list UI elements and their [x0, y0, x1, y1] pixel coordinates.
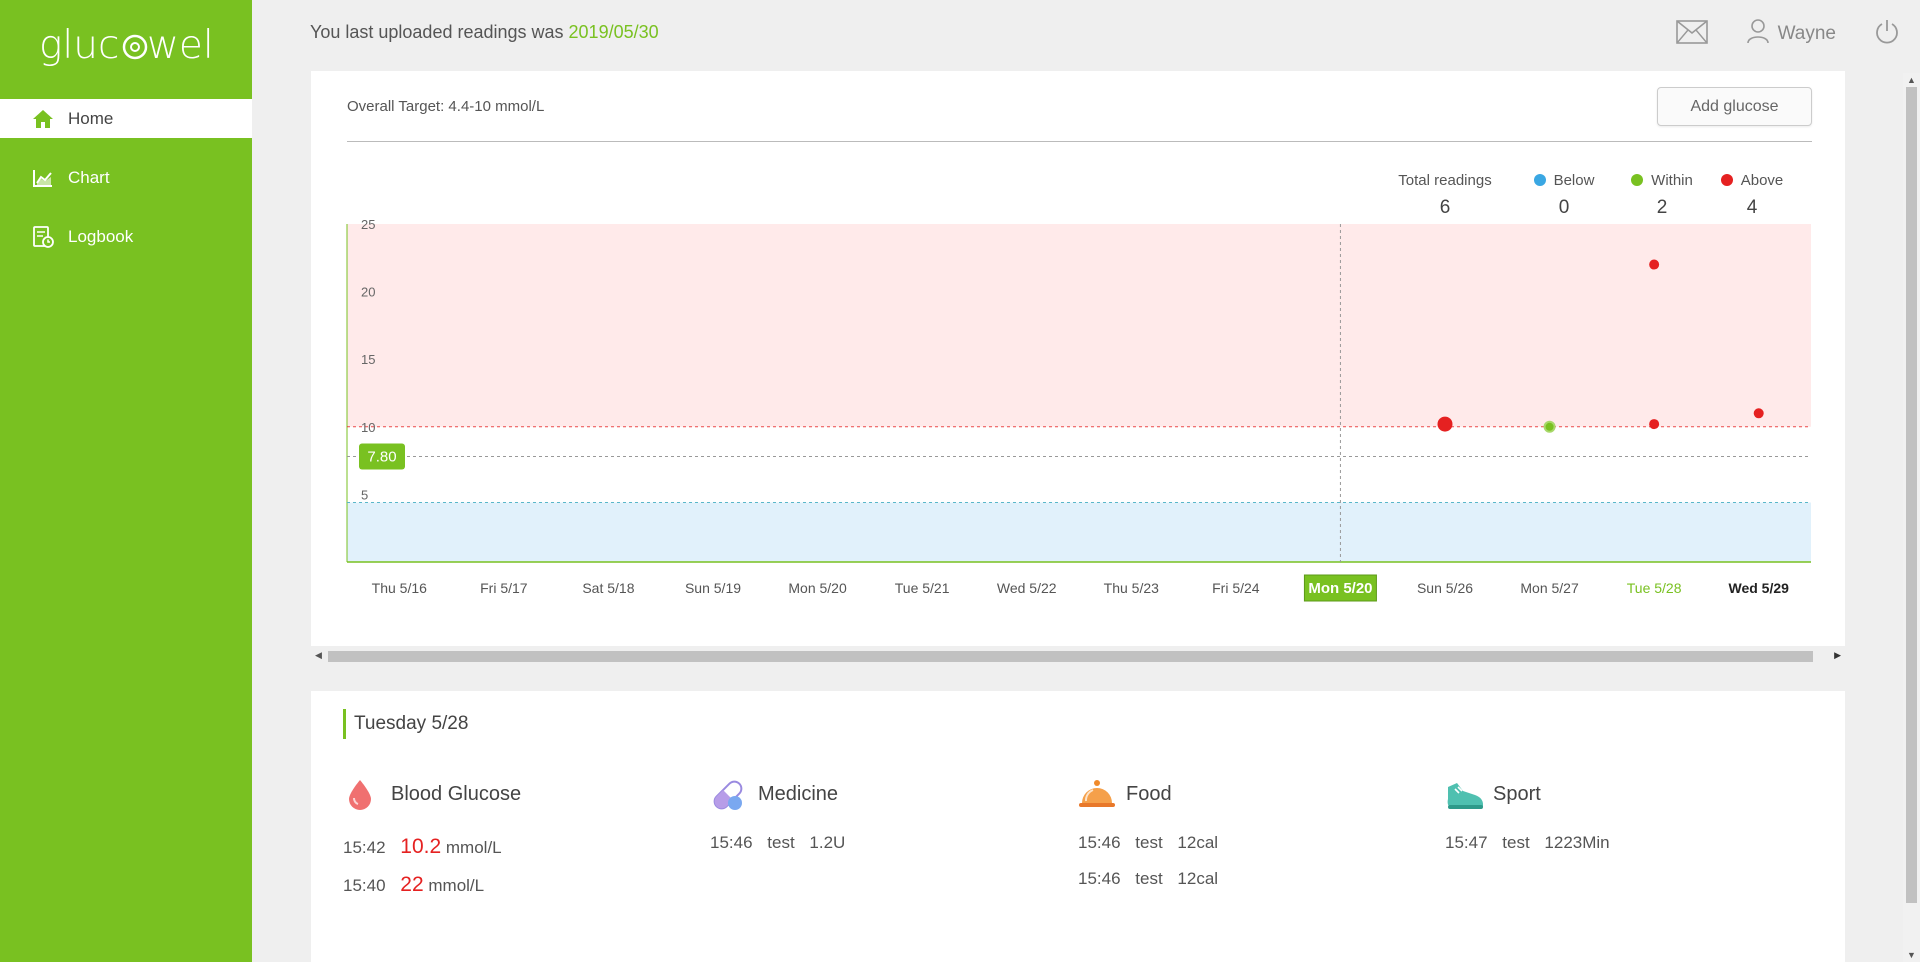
scroll-right-icon[interactable]: ▶: [1834, 650, 1841, 661]
above-target-zone: [347, 224, 1811, 427]
y-tick-label: 10: [361, 420, 375, 435]
sport-section: Sport 15:47 test 1223Min: [1445, 775, 1610, 853]
chart-horizontal-scrollbar[interactable]: ◀ ▶: [311, 648, 1845, 664]
entry-time: 15:46: [710, 833, 753, 852]
x-tick-label: Sun 5/26: [1417, 580, 1473, 596]
entry-time: 15:46: [1078, 833, 1121, 852]
glucose-value: 10.2: [400, 835, 442, 858]
food-entry[interactable]: 15:46 test 12cal: [1078, 869, 1218, 889]
page-vertical-scrollbar[interactable]: ▲ ▼: [1903, 73, 1920, 962]
app-logo[interactable]: gluc well: [0, 0, 252, 99]
x-tick-label: Tue 5/28: [1627, 580, 1682, 596]
logbook-icon: [32, 225, 54, 248]
user-menu[interactable]: Wayne: [1746, 18, 1836, 50]
glucose-unit: mmol/L: [445, 838, 502, 857]
sidebar-item-home[interactable]: Home: [0, 99, 252, 138]
entry-name: test: [1135, 869, 1163, 888]
y-tick-label: 5: [361, 487, 368, 502]
pill-icon: [710, 777, 744, 811]
header-actions: Wayne: [1675, 14, 1900, 54]
reading-point[interactable]: [1543, 420, 1556, 433]
user-name: Wayne: [1777, 23, 1836, 44]
day-detail-card: Tuesday 5/28 Blood Glucose 15:42 10.2 mm…: [311, 691, 1845, 962]
x-tick-label: Mon 5/27: [1520, 580, 1579, 596]
x-tick-label: Thu 5/23: [1104, 580, 1159, 596]
below-target-zone: [347, 502, 1811, 562]
food-cloche-icon: [1078, 777, 1115, 811]
glucose-entry[interactable]: 15:42 10.2 mmol/L: [343, 835, 521, 859]
sidebar-item-chart[interactable]: Chart: [0, 158, 252, 197]
entry-name: test: [767, 833, 795, 852]
medicine-entry[interactable]: 15:46 test 1.2U: [710, 833, 845, 853]
sidebar-item-label: Home: [68, 108, 114, 128]
day-title: Tuesday 5/28: [343, 709, 468, 739]
blood-glucose-section: Blood Glucose 15:42 10.2 mmol/L 15:40 22…: [343, 775, 521, 897]
reading-point[interactable]: [1649, 259, 1660, 270]
x-tick-label: Sat 5/18: [582, 580, 634, 596]
home-icon: [32, 108, 54, 130]
scrollbar-thumb[interactable]: [328, 651, 1813, 662]
reading-point[interactable]: [1753, 408, 1764, 419]
scrollbar-thumb[interactable]: [1906, 87, 1917, 903]
sport-entry[interactable]: 15:47 test 1223Min: [1445, 833, 1610, 853]
x-tick-label: Wed 5/29: [1728, 580, 1789, 596]
blood-drop-icon: [343, 777, 377, 811]
glucowell-logo: gluc well: [39, 23, 214, 68]
sidebar: gluc well Home Chart Logbook: [0, 0, 252, 962]
user-icon: [1746, 18, 1770, 50]
glucose-entry[interactable]: 15:40 22 mmol/L: [343, 873, 521, 897]
last-upload-date: 2019/05/30: [568, 22, 659, 42]
x-tick-label: Wed 5/22: [997, 580, 1057, 596]
x-tick-label: Fri 5/24: [1212, 580, 1260, 596]
power-icon[interactable]: [1874, 18, 1900, 51]
sidebar-item-label: Chart: [68, 167, 110, 187]
medicine-section: Medicine 15:46 test 1.2U: [710, 775, 845, 853]
entry-time: 15:47: [1445, 833, 1488, 852]
blood-glucose-label: Blood Glucose: [391, 782, 522, 805]
y-tick-label: 25: [361, 217, 375, 232]
entry-time: 15:40: [343, 876, 386, 895]
reading-point[interactable]: [1437, 416, 1453, 432]
y-tick-label: 15: [361, 352, 375, 367]
x-tick-label: Tue 5/21: [895, 580, 950, 596]
last-upload-prefix: You last uploaded readings was: [310, 22, 569, 42]
sneaker-icon: [1445, 777, 1483, 811]
entry-name: test: [1135, 833, 1163, 852]
x-tick-label: Fri 5/17: [480, 580, 528, 596]
entry-amount: 1.2U: [809, 833, 846, 852]
chart-icon: [32, 167, 54, 189]
glucose-unit: mmol/L: [428, 876, 485, 895]
last-upload-message: You last uploaded readings was 2019/05/3…: [310, 22, 659, 43]
food-entry[interactable]: 15:46 test 12cal: [1078, 833, 1218, 853]
x-tick-label: Mon 5/20: [788, 580, 847, 596]
entry-amount: 12cal: [1177, 833, 1219, 852]
x-tick-label: Mon 5/20: [1308, 580, 1372, 597]
svg-text:well: well: [147, 23, 214, 68]
entry-amount: 12cal: [1177, 869, 1219, 888]
entry-time: 15:46: [1078, 869, 1121, 888]
x-tick-label: Thu 5/16: [372, 580, 427, 596]
entry-amount: 1223Min: [1544, 833, 1610, 852]
entry-name: test: [1502, 833, 1530, 852]
food-section: Food 15:46 test 12cal 15:46 test 12cal: [1078, 775, 1218, 889]
sport-label: Sport: [1493, 782, 1541, 805]
x-tick-label: Sun 5/19: [685, 580, 741, 596]
food-label: Food: [1126, 782, 1172, 805]
sidebar-item-logbook[interactable]: Logbook: [0, 217, 252, 256]
scroll-down-icon[interactable]: ▼: [1907, 950, 1916, 960]
y-tick-label: 20: [361, 285, 375, 300]
entry-time: 15:42: [343, 838, 386, 857]
glucose-chart-card: Overall Target: 4.4-10 mmol/L Add glucos…: [311, 71, 1845, 646]
scroll-left-icon[interactable]: ◀: [315, 650, 322, 661]
reading-point[interactable]: [1649, 419, 1660, 430]
average-badge-label: 7.80: [367, 449, 396, 466]
mail-icon[interactable]: [1675, 19, 1708, 49]
top-bar: You last uploaded readings was 2019/05/3…: [252, 0, 1920, 66]
sidebar-item-label: Logbook: [68, 226, 134, 246]
glucose-scatter-chart[interactable]: 5 10 15 20 25 7.80 Thu 5/16 Fri 5/17 Sat 5/18 Sun…: [311, 71, 1845, 631]
glucose-value: 22: [400, 873, 424, 896]
medicine-label: Medicine: [758, 782, 839, 805]
scroll-up-icon[interactable]: ▲: [1907, 75, 1916, 85]
svg-text:gluc: gluc: [39, 23, 119, 68]
